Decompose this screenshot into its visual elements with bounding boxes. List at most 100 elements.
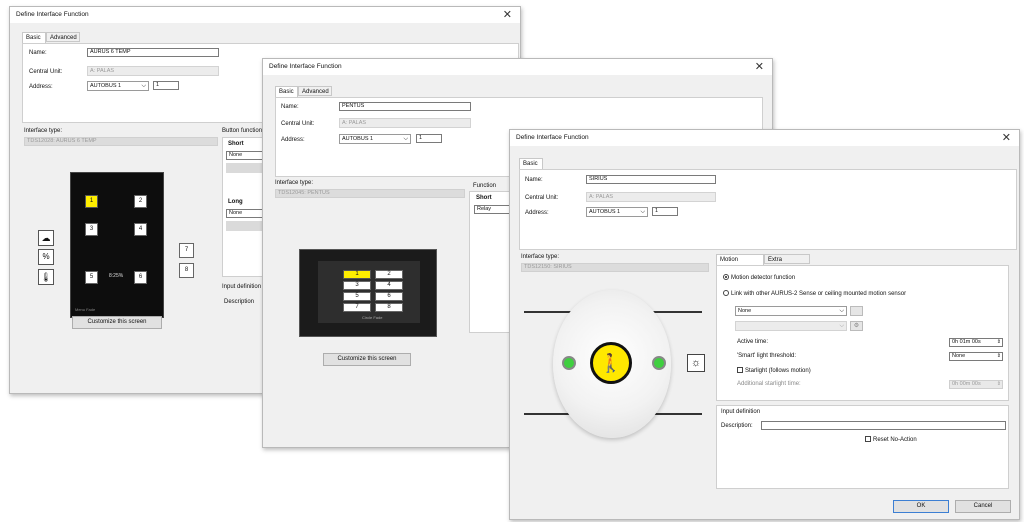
long-label: Long (228, 199, 243, 205)
key-5[interactable]: 5 (85, 271, 98, 284)
screen-footer: Circle Fade (362, 315, 383, 320)
key-1[interactable]: 1 (343, 270, 371, 279)
key-2[interactable]: 2 (375, 270, 403, 279)
tab-motion-detector[interactable]: Motion detector (716, 254, 764, 273)
ok-button[interactable]: OK (893, 500, 949, 513)
tab-basic[interactable]: Basic (519, 158, 543, 169)
address-label: Address: (281, 137, 305, 143)
address-bus-select[interactable]: AUTOBUS 1 ⌵ (339, 134, 411, 144)
dialog-sirius: Define Interface Function ✕ Basic Name: … (509, 129, 1020, 520)
description-label: Description: (721, 423, 753, 429)
starlight-checkbox[interactable]: Starlight (follows motion) (737, 367, 811, 374)
dialog-title: Define Interface Function (269, 63, 342, 70)
motion-sensor-icon[interactable]: 🚶 (590, 342, 632, 384)
chevron-down-icon: ⌵ (839, 308, 844, 314)
smart-light-label: 'Smart' light threshold: (737, 353, 796, 359)
additional-starlight-field: 0h 00m 00s ⇕ (949, 380, 1003, 389)
radio-off-icon (723, 290, 729, 296)
smart-light-field[interactable]: None ⇕ (949, 352, 1003, 361)
device-screen: 1 2 3 4 5 6 8:25% Menu Fade (70, 172, 164, 318)
keypad-area: 1 2 3 4 5 6 7 8 Circle Fade (318, 261, 420, 323)
cloud-icon: ☁ (38, 230, 54, 246)
link-select-value: None (738, 308, 752, 314)
address-number-field[interactable]: 1 (416, 134, 442, 143)
key-6[interactable]: 6 (375, 292, 403, 301)
radio-link-sensor[interactable]: Link with other AURUS-2 Sense or ceiling… (723, 290, 906, 297)
address-bus-select[interactable]: AUTOBUS 1 ⌵ (586, 207, 648, 217)
additional-starlight-label: Additional starlight time: (737, 381, 801, 387)
title-bar: Define Interface Function ✕ (510, 130, 1019, 146)
tab-extra-functions[interactable]: Extra functions (764, 254, 810, 273)
tab-basic[interactable]: Basic (22, 32, 46, 43)
key-7[interactable]: 7 (179, 243, 194, 258)
dialog-title: Define Interface Function (516, 134, 589, 141)
interface-type-label: Interface type: (24, 128, 63, 134)
address-bus-value: AUTOBUS 1 (342, 136, 374, 142)
key-8[interactable]: 8 (179, 263, 194, 278)
screen-footer: Menu Fade (75, 307, 96, 312)
name-field[interactable]: AURUS 6 TEMP (87, 48, 219, 57)
radio-link-label: Link with other AURUS-2 Sense or ceiling… (731, 291, 907, 297)
function-label: Function (473, 183, 497, 189)
key-3[interactable]: 3 (343, 281, 371, 290)
name-label: Name: (281, 104, 299, 110)
name-field[interactable]: PENTUS (339, 102, 471, 111)
key-7[interactable]: 7 (343, 303, 371, 312)
led-right (652, 356, 666, 370)
chevron-down-icon: ⌵ (839, 323, 844, 329)
spinner-icon[interactable]: ⇕ (997, 353, 1001, 360)
close-icon[interactable]: ✕ (1002, 131, 1011, 144)
key-3[interactable]: 3 (85, 223, 98, 236)
key-2[interactable]: 2 (134, 195, 147, 208)
additional-starlight-value: 0h 00m 00s (952, 381, 981, 387)
central-unit-select: A: PALAS (339, 118, 471, 128)
starlight-label: Starlight (follows motion) (745, 368, 811, 374)
spinner-icon[interactable]: ⇕ (997, 339, 1001, 346)
key-4[interactable]: 4 (375, 281, 403, 290)
central-unit-label: Central Unit: (281, 121, 315, 127)
name-field[interactable]: SIRIUS (586, 175, 716, 184)
title-bar: Define Interface Function ✕ (263, 59, 772, 75)
close-icon[interactable]: ✕ (755, 60, 764, 73)
light-sensor-icon[interactable]: ☼ (687, 354, 705, 372)
link-add-button[interactable] (850, 306, 863, 316)
key-5[interactable]: 5 (343, 292, 371, 301)
description-field[interactable] (761, 421, 1006, 430)
address-bus-select[interactable]: AUTOBUS 1 ⌵ (87, 81, 149, 91)
active-time-value: 0h 01m 00s (952, 339, 981, 345)
short-function-field[interactable]: Relay (474, 205, 514, 214)
active-time-label: Active time: (737, 339, 769, 345)
humidity-icon: % (38, 249, 54, 265)
address-number-field[interactable]: 1 (153, 81, 179, 90)
key-1[interactable]: 1 (85, 195, 98, 208)
customize-screen-button[interactable]: Customize this screen (323, 353, 411, 366)
short-function-field[interactable]: None (226, 151, 266, 160)
interface-type-label: Interface type: (521, 254, 560, 260)
link-sensor-select[interactable]: None ⌵ (735, 306, 847, 316)
chevron-down-icon: ⌵ (141, 83, 146, 89)
reset-label: Reset No-Action (873, 437, 917, 443)
key-4[interactable]: 4 (134, 223, 147, 236)
spinner-icon: ⇕ (996, 381, 1001, 387)
radio-motion-detector[interactable]: Motion detector function (723, 274, 795, 281)
active-time-field[interactable]: 0h 01m 00s ⇕ (949, 338, 1003, 347)
customize-screen-button[interactable]: Customize this screen (72, 316, 162, 329)
cancel-button[interactable]: Cancel (955, 500, 1011, 513)
motion-detector-panel: Motion detector function Link with other… (716, 265, 1009, 401)
long-function-field[interactable]: None (226, 209, 266, 218)
address-label: Address: (525, 210, 549, 216)
address-bus-value: AUTOBUS 1 (90, 83, 122, 89)
tab-basic[interactable]: Basic (275, 86, 298, 97)
close-icon[interactable]: ✕ (503, 8, 512, 21)
tab-advanced[interactable]: Advanced (46, 32, 80, 42)
short-label: Short (476, 195, 492, 201)
sensor-body: 🚶 (553, 290, 671, 438)
key-8[interactable]: 8 (375, 303, 403, 312)
interface-type-label: Interface type: (275, 180, 314, 186)
key-6[interactable]: 6 (134, 271, 147, 284)
radio-motion-label: Motion detector function (731, 275, 796, 281)
led-left (562, 356, 576, 370)
tab-advanced[interactable]: Advanced (298, 86, 332, 96)
address-number-field[interactable]: 1 (652, 207, 678, 216)
reset-no-action-checkbox[interactable]: Reset No-Action (865, 436, 917, 443)
